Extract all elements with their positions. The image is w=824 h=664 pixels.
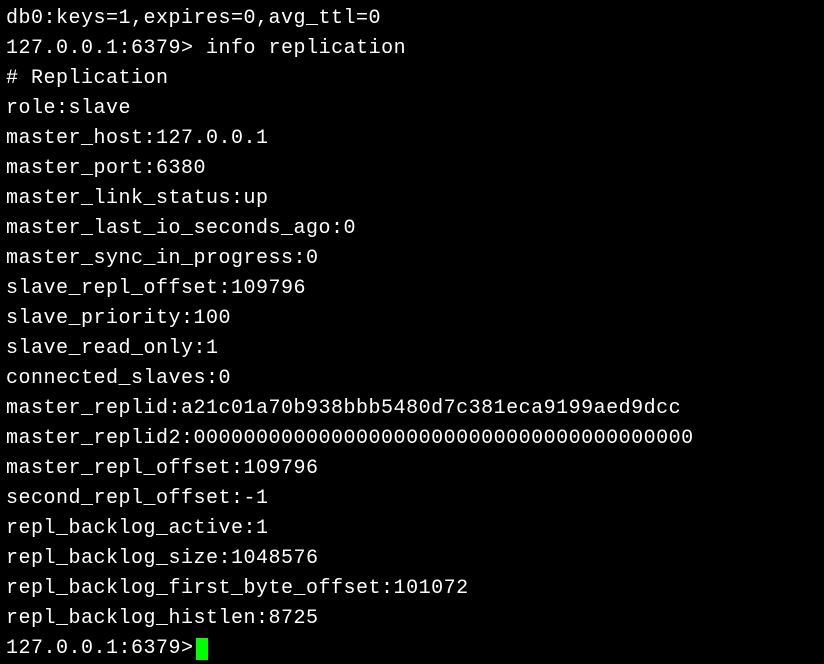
command-text: info replication [206,37,406,60]
output-line: repl_backlog_size:1048576 [6,544,818,574]
output-line: master_sync_in_progress:0 [6,244,818,274]
output-line: master_replid:a21c01a70b938bbb5480d7c381… [6,394,818,424]
output-line: repl_backlog_first_byte_offset:101072 [6,574,818,604]
output-line: slave_repl_offset:109796 [6,274,818,304]
active-prompt-line[interactable]: 127.0.0.1:6379> [6,634,818,664]
output-line: second_repl_offset:-1 [6,484,818,514]
output-line: role:slave [6,94,818,124]
prompt: 127.0.0.1:6379> [6,37,194,60]
output-line: repl_backlog_histlen:8725 [6,604,818,634]
terminal-output: db0:keys=1,expires=0,avg_ttl=0 127.0.0.1… [6,4,818,664]
output-line: connected_slaves:0 [6,364,818,394]
output-line: master_last_io_seconds_ago:0 [6,214,818,244]
prompt: 127.0.0.1:6379> [6,634,194,664]
output-line: master_replid2:0000000000000000000000000… [6,424,818,454]
output-header: # Replication [6,64,818,94]
output-line: master_host:127.0.0.1 [6,124,818,154]
cursor-icon [196,638,208,660]
command-line: 127.0.0.1:6379> info replication [6,34,818,64]
output-line: slave_read_only:1 [6,334,818,364]
output-line-partial: db0:keys=1,expires=0,avg_ttl=0 [6,4,818,34]
output-line: slave_priority:100 [6,304,818,334]
output-line: master_link_status:up [6,184,818,214]
output-line: master_port:6380 [6,154,818,184]
output-line: repl_backlog_active:1 [6,514,818,544]
output-line: master_repl_offset:109796 [6,454,818,484]
